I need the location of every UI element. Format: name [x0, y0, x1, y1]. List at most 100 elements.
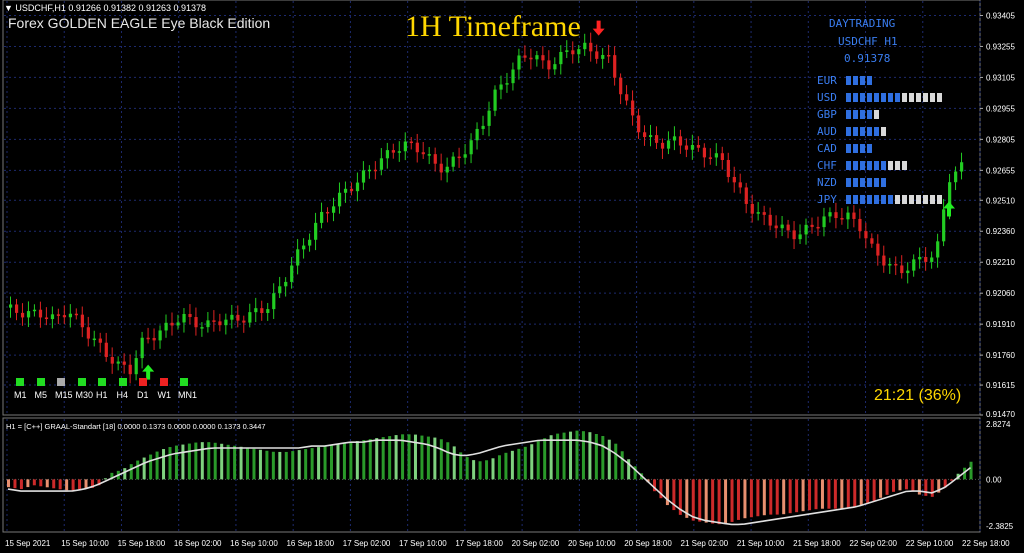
- histogram-bar: [801, 479, 805, 512]
- histogram-bar: [342, 443, 346, 480]
- strength-bar-jpy: [930, 195, 935, 204]
- histogram-bar: [691, 479, 695, 521]
- candle-body: [457, 156, 461, 159]
- strength-bar-nzd: [853, 178, 858, 187]
- candle-body: [643, 132, 647, 138]
- histogram-bar: [491, 458, 495, 480]
- histogram-bar: [45, 479, 49, 488]
- histogram-bar: [168, 447, 172, 480]
- histogram-bar: [853, 479, 857, 508]
- histogram-bar: [78, 479, 82, 490]
- price-tick-label: 0.91760: [986, 351, 1015, 360]
- histogram-bar: [607, 439, 611, 480]
- candle-body: [601, 54, 605, 59]
- histogram-bar: [756, 479, 760, 517]
- candle-body: [930, 257, 934, 262]
- candle-body: [140, 337, 144, 359]
- timeframe-label-h4: H4: [116, 390, 129, 400]
- timeframe-status-h1: [98, 378, 106, 386]
- histogram-bar: [743, 479, 747, 519]
- histogram-bar: [465, 457, 469, 480]
- dashboard-price: 0.91378: [844, 52, 891, 65]
- status-text: 21:21 (36%): [874, 387, 962, 404]
- candle-body: [343, 188, 348, 193]
- timeframe-label-h1: H1: [96, 390, 108, 400]
- histogram-bar: [149, 454, 153, 480]
- histogram-bar: [917, 479, 921, 495]
- candle-body: [284, 281, 288, 287]
- strength-bar-nzd: [867, 178, 872, 187]
- histogram-bar: [517, 448, 521, 480]
- candle-body: [720, 153, 724, 161]
- candle-body: [110, 357, 114, 364]
- time-tick-label: 21 Sep 02:00: [681, 539, 729, 548]
- strength-bar-jpy: [937, 195, 942, 204]
- price-tick-label: 0.92655: [986, 166, 1015, 175]
- strength-bar-chf: [895, 161, 900, 170]
- histogram-bar: [252, 448, 256, 480]
- candle-body: [960, 162, 964, 172]
- strength-bar-nzd: [881, 178, 886, 187]
- strength-bar-usd: [923, 93, 928, 102]
- histogram-bar: [930, 479, 934, 497]
- histogram-bar: [924, 479, 928, 496]
- candle-body: [810, 224, 814, 227]
- candle-body: [68, 313, 73, 318]
- candle-body: [565, 50, 569, 52]
- histogram-bar: [19, 479, 23, 490]
- price-tick-label: 0.93255: [986, 42, 1015, 51]
- candle-body: [433, 154, 437, 164]
- histogram-bar: [459, 452, 463, 480]
- candle-body: [409, 141, 413, 144]
- timeframe-status-d1: [139, 378, 147, 386]
- candle-body: [876, 243, 880, 256]
- candle-body: [924, 256, 928, 262]
- candle-body: [900, 265, 904, 274]
- candle-body: [607, 54, 611, 57]
- currency-label-gbp: GBP: [817, 108, 837, 121]
- candle-body: [625, 94, 629, 101]
- histogram-bar: [129, 464, 133, 480]
- histogram-bar: [52, 479, 56, 489]
- candle-body: [469, 140, 473, 155]
- candle-body: [678, 136, 683, 146]
- histogram-bar: [439, 439, 443, 480]
- histogram-bar: [892, 479, 896, 492]
- candle-body: [804, 224, 808, 235]
- histogram-bar: [969, 461, 973, 480]
- candle-body: [170, 322, 174, 326]
- candle-body: [62, 315, 67, 318]
- histogram-bar: [795, 479, 799, 513]
- candle-body: [577, 49, 581, 55]
- strength-bar-chf: [860, 161, 865, 170]
- histogram-bar: [284, 451, 288, 480]
- price-pane-frame: [2, 0, 981, 416]
- candle-body: [529, 57, 533, 60]
- candle-body: [535, 55, 539, 60]
- time-tick-label: 21 Sep 10:00: [737, 539, 785, 548]
- candle-body: [296, 249, 300, 266]
- strength-bar-chf: [853, 161, 858, 170]
- histogram-bar: [291, 451, 295, 480]
- candle-body: [619, 77, 623, 95]
- candle-body: [397, 151, 401, 153]
- histogram-bar: [413, 434, 417, 480]
- candle-body: [134, 358, 138, 375]
- currency-label-chf: CHF: [817, 159, 837, 172]
- strength-bar-usd: [930, 93, 935, 102]
- time-tick-label: 16 Sep 10:00: [230, 539, 278, 548]
- candle-body: [224, 319, 228, 326]
- histogram-bar: [749, 479, 753, 518]
- price-tick-label: 0.92360: [986, 227, 1015, 236]
- strength-bar-jpy: [874, 195, 879, 204]
- strength-bar-chf: [867, 161, 872, 170]
- candle-body: [846, 212, 850, 220]
- histogram-bar: [775, 479, 779, 515]
- candle-body: [583, 42, 587, 50]
- histogram-bar: [885, 479, 889, 495]
- histogram-bar: [310, 448, 314, 480]
- strength-bar-jpy: [888, 195, 893, 204]
- price-tick-label: 0.92210: [986, 258, 1015, 267]
- price-tick-label: 0.92805: [986, 135, 1015, 144]
- candle-body: [882, 255, 886, 266]
